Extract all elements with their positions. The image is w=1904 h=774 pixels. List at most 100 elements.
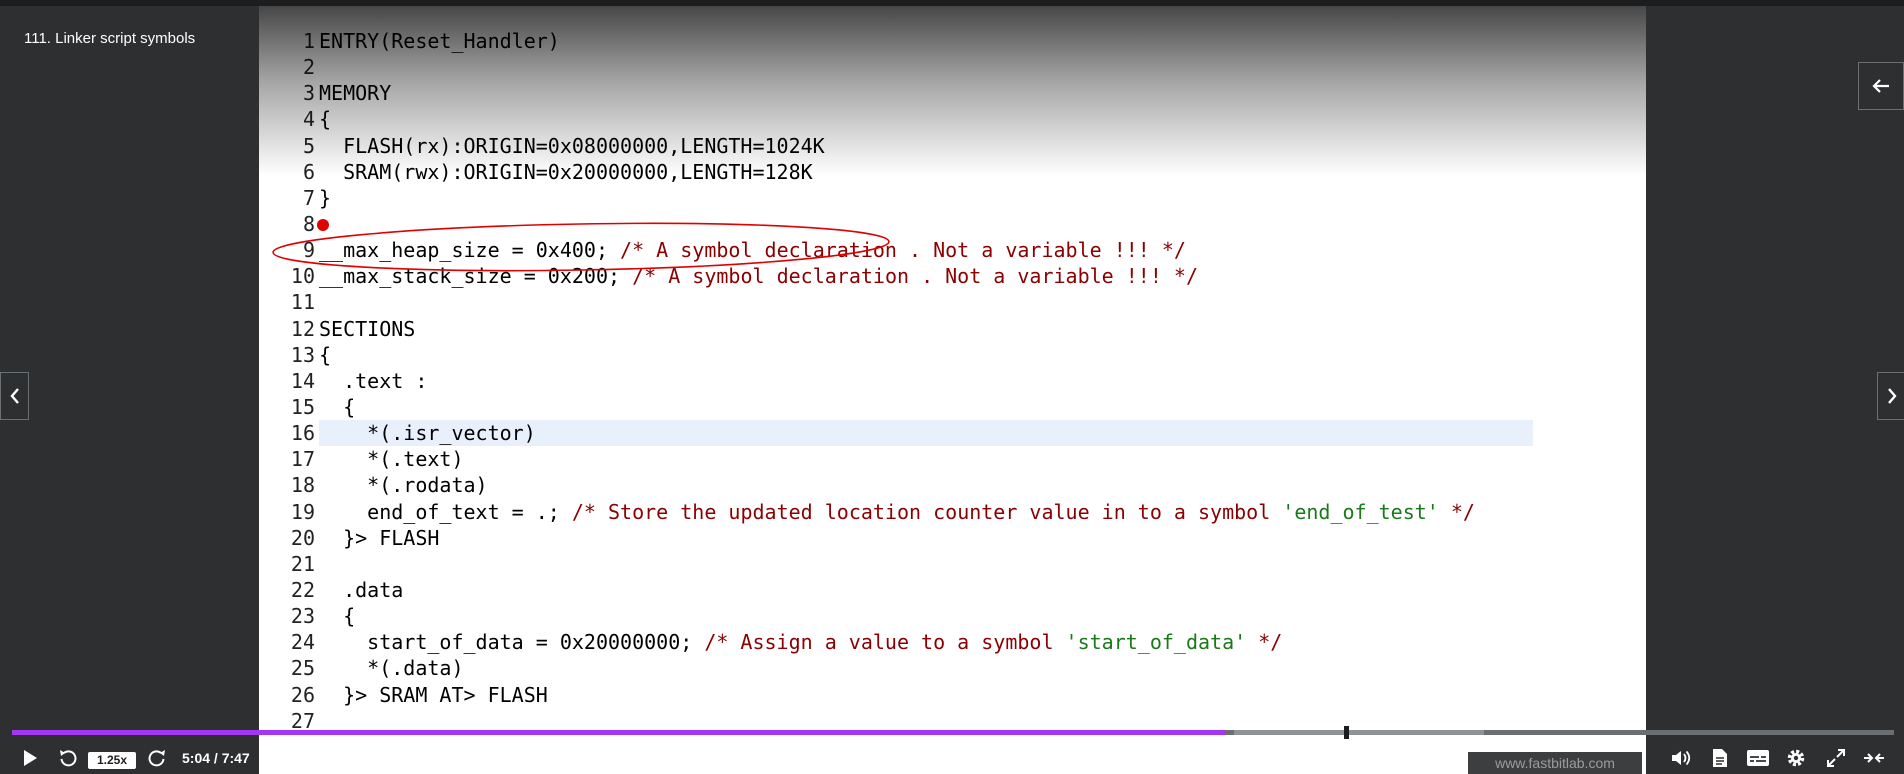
line-number: 13 bbox=[290, 342, 315, 367]
code-comment: /* Assign a value to a symbol bbox=[704, 630, 1066, 655]
code-text: __max_stack_size = 0x200; bbox=[319, 264, 633, 289]
code-content: { bbox=[319, 394, 355, 420]
code-line: 16 *(.isr_vector) bbox=[259, 420, 1646, 447]
transcript-icon bbox=[1713, 749, 1727, 767]
code-text: *(.rodata) bbox=[319, 473, 488, 498]
code-text: .data bbox=[319, 577, 404, 602]
line-number: 12 bbox=[290, 316, 315, 341]
code-line: 22 .data bbox=[259, 577, 1646, 603]
code-text: }> FLASH bbox=[319, 525, 440, 550]
forward-5-icon bbox=[148, 750, 165, 767]
code-line: 17 *(.text) bbox=[259, 446, 1646, 472]
code-text: MEMORY bbox=[319, 81, 392, 106]
code-line: 6 SRAM(rwx):ORIGIN=0x20000000,LENGTH=128… bbox=[259, 159, 1646, 185]
line-number: 2 bbox=[302, 55, 315, 80]
code-line: 15 { bbox=[259, 394, 1646, 420]
fullscreen-button[interactable] bbox=[1822, 742, 1850, 774]
line-number: 21 bbox=[290, 551, 315, 576]
code-text: start_of_data = 0x20000000; bbox=[319, 630, 705, 655]
expand-icon bbox=[1864, 753, 1884, 763]
code-comment: */ bbox=[1246, 630, 1283, 655]
code-string: 'start_of_data' bbox=[1065, 630, 1247, 655]
code-text: } bbox=[319, 185, 332, 210]
code-content: }> FLASH bbox=[319, 525, 439, 551]
rewind-button[interactable] bbox=[54, 742, 82, 774]
forward-button[interactable] bbox=[143, 742, 171, 774]
video-frame[interactable]: 1 ENTRY(Reset_Handler) 2 3 MEMORY 4{5 FLASH(r… bbox=[259, 6, 1646, 774]
code-content: { bbox=[319, 603, 355, 629]
captions-button[interactable] bbox=[1744, 742, 1772, 774]
code-line: 1 ENTRY(Reset_Handler) bbox=[259, 28, 1646, 54]
code-comment: /* Store the updated location counter va… bbox=[571, 499, 1283, 524]
code-comment: */ bbox=[1438, 499, 1475, 524]
line-number: 22 bbox=[290, 577, 315, 602]
code-text: *(.data) bbox=[319, 656, 464, 681]
line-number: 6 bbox=[302, 159, 315, 184]
code-line: 12 SECTIONS bbox=[259, 316, 1646, 342]
code-text: __max_heap_size = 0x400; bbox=[319, 238, 621, 263]
play-icon bbox=[24, 750, 37, 766]
progress-buffer bbox=[1234, 730, 1484, 735]
line-number: 19 bbox=[290, 499, 315, 524]
code-content: SECTIONS bbox=[319, 316, 415, 342]
line-number: 14 bbox=[290, 368, 315, 393]
play-button[interactable] bbox=[16, 742, 44, 774]
previous-lecture-button[interactable] bbox=[0, 372, 29, 420]
code-text: end_of_text = .; bbox=[319, 499, 572, 524]
code-content: SRAM(rwx):ORIGIN=0x20000000,LENGTH=128K bbox=[319, 159, 813, 185]
gear-icon bbox=[1787, 749, 1805, 767]
code-line: 2 bbox=[259, 54, 1646, 80]
line-number: 10 bbox=[290, 264, 315, 289]
chevron-right-icon bbox=[1887, 388, 1897, 404]
player-controls: 1.25x 5:04 / 7:47 bbox=[0, 742, 1904, 774]
add-note-icon bbox=[269, 751, 287, 766]
code-line: 13{ bbox=[259, 342, 1646, 368]
code-content: end_of_text = .; /* Store the updated lo… bbox=[319, 499, 1475, 525]
code-content: .data bbox=[319, 577, 403, 603]
progress-handle[interactable] bbox=[1344, 726, 1349, 739]
code-line: 19 end_of_text = .; /* Store the updated… bbox=[259, 499, 1646, 525]
code-text: }> SRAM AT> FLASH bbox=[319, 682, 548, 707]
code-text: FLASH(rx):ORIGIN=0x08000000,LENGTH=1024K bbox=[319, 133, 825, 158]
code-content: start_of_data = 0x20000000; /* Assign a … bbox=[319, 629, 1282, 655]
code-content: __max_heap_size = 0x400; /* A symbol dec… bbox=[319, 237, 1186, 263]
line-number: 4 bbox=[302, 107, 315, 132]
line-number: 26 bbox=[290, 682, 315, 707]
code-line: 4{ bbox=[259, 106, 1646, 132]
time-display: 5:04 / 7:47 bbox=[182, 750, 250, 766]
code-content: *(.rodata) bbox=[319, 472, 488, 498]
code-line: 5 FLASH(rx):ORIGIN=0x08000000,LENGTH=102… bbox=[259, 133, 1646, 159]
code-line: 7} bbox=[259, 185, 1646, 211]
code-text: { bbox=[319, 342, 332, 367]
code-content: __max_stack_size = 0x200; /* A symbol de… bbox=[319, 263, 1198, 289]
fullscreen-icon bbox=[1827, 749, 1845, 767]
line-number: 11 bbox=[290, 290, 315, 315]
line-number: 7 bbox=[302, 185, 315, 210]
captions-icon bbox=[1747, 750, 1769, 766]
code-content: *(.text) bbox=[319, 446, 464, 472]
lecture-title: 111. Linker script symbols bbox=[24, 30, 196, 47]
rewind-5-icon bbox=[60, 750, 77, 767]
settings-button[interactable] bbox=[1782, 742, 1810, 774]
code-line: 8 bbox=[259, 211, 1646, 237]
code-line: 11 bbox=[259, 289, 1646, 315]
back-button[interactable] bbox=[1858, 62, 1904, 110]
add-note-button[interactable] bbox=[266, 742, 290, 774]
code-content: *(.isr_vector) bbox=[319, 420, 536, 446]
code-content: } bbox=[319, 185, 331, 211]
code-content: { bbox=[319, 342, 331, 368]
code-content: ENTRY(Reset_Handler) bbox=[319, 28, 560, 54]
code-comment: /* A symbol declaration . Not a variable… bbox=[620, 238, 1186, 263]
code-string: 'end_of_test' bbox=[1282, 499, 1439, 524]
code-text: *(.text) bbox=[319, 447, 464, 472]
expand-button[interactable] bbox=[1860, 742, 1888, 774]
volume-button[interactable] bbox=[1668, 742, 1696, 774]
code-line: 18 *(.rodata) bbox=[259, 472, 1646, 498]
next-lecture-button[interactable] bbox=[1877, 372, 1904, 420]
line-number: 1 bbox=[302, 29, 315, 53]
playback-speed-button[interactable]: 1.25x bbox=[88, 752, 136, 769]
line-number: 3 bbox=[302, 81, 315, 106]
line-number: 24 bbox=[290, 630, 315, 655]
code-text: SRAM(rwx):ORIGIN=0x20000000,LENGTH=128K bbox=[319, 159, 813, 184]
transcript-button[interactable] bbox=[1706, 742, 1734, 774]
